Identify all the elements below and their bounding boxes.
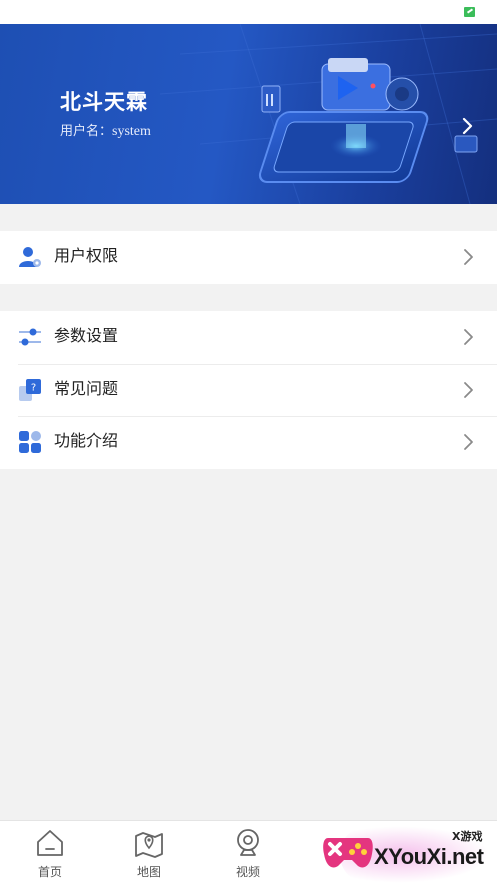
tab-home[interactable]: 首页 [0,821,100,883]
chevron-right-icon [464,381,473,398]
account-label: 用户名： [60,124,113,139]
tab-label: 地图 [136,865,161,879]
grid-icon [19,431,41,453]
camera-icon [237,829,259,856]
tab-video[interactable]: 视频 [198,821,298,883]
menu-item-label: 参数设置 [54,326,119,345]
profile-banner[interactable]: 北斗天霖 用户名：system [0,24,497,204]
home-icon [37,830,63,856]
menu-group-permissions: 用户权限 [0,231,497,284]
menu-item-user-permission[interactable]: 用户权限 [0,231,497,284]
user-account: 用户名：system [60,120,151,140]
map-icon [135,832,163,858]
chevron-right-icon [464,329,473,345]
user-permission-icon [19,247,41,267]
sliders-icon [19,328,41,346]
tab-label: 首页 [37,865,62,879]
faq-icon: ? [19,378,41,401]
chevron-right-icon [464,434,473,450]
watermark-text: XYouXi.net [374,844,484,869]
menu-item-faq[interactable]: ? 常见问题 [0,363,497,417]
account-value: system [112,124,151,139]
menu-item-label: 用户权限 [54,246,119,265]
status-bar [0,0,497,24]
battery-icon [464,7,475,17]
menu-item-label: 常见问题 [54,378,119,398]
watermark: X游戏 XYouXi.net [320,826,497,883]
menu-item-label: 功能介绍 [54,431,119,450]
watermark-small-text: X游戏 [452,830,483,843]
tab-map[interactable]: 地图 [99,821,199,883]
menu-item-feature-intro[interactable]: 功能介绍 [0,416,497,469]
user-name: 北斗天霖 [60,90,148,114]
chevron-right-icon[interactable] [458,116,478,136]
menu-item-parameter-settings[interactable]: 参数设置 [0,311,497,364]
svg-text:?: ? [31,382,36,393]
chevron-right-icon [464,249,473,265]
gamepad-logo-icon [323,838,373,868]
tab-label: 视频 [235,865,260,879]
menu-group-settings: 参数设置 ? 常见问题 功能介绍 [0,311,497,469]
